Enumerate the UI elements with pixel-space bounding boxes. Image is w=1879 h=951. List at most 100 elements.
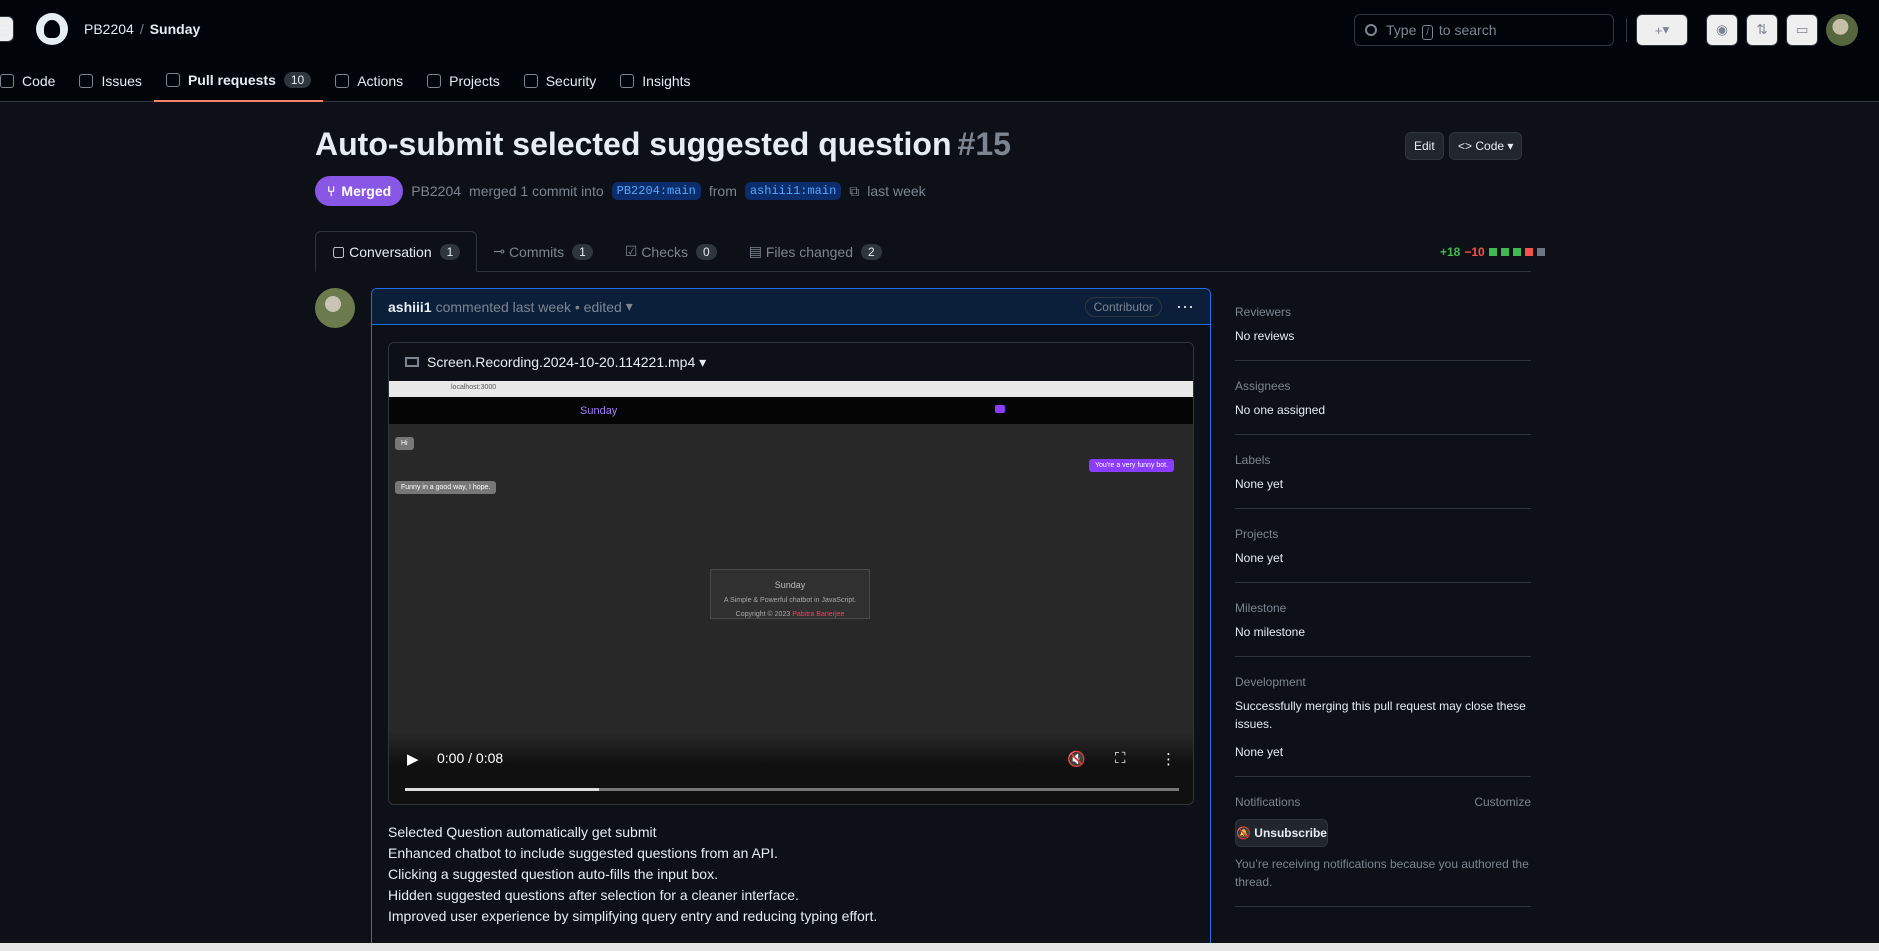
tab-issues[interactable]: Issues: [67, 60, 153, 102]
unsubscribe-label: Unsubscribe: [1254, 826, 1327, 840]
tab-files-changed[interactable]: ▤ Files changed 2: [733, 231, 898, 272]
code-button[interactable]: <> Code ▾: [1449, 132, 1523, 160]
tab-security[interactable]: Security: [512, 60, 609, 102]
tab-conversation-label: Conversation: [349, 243, 432, 260]
comment-line: Clicking a suggested question auto-fills…: [388, 866, 718, 882]
video-player[interactable]: localhost:3000 Sunday Hi You're a very f…: [389, 381, 1193, 804]
customize-link[interactable]: Customize: [1474, 795, 1531, 809]
diffstat-box: [1536, 248, 1545, 256]
notifications-note: You’re receiving notifications because y…: [1235, 857, 1529, 889]
recorded-card-copyright: Copyright © 2023: [735, 611, 791, 618]
chat-message: Hi: [395, 437, 414, 450]
issue-icon: [79, 74, 94, 88]
additions-count: +18: [1440, 245, 1461, 259]
comment-meta[interactable]: commented last week • edited: [436, 299, 622, 315]
pull-requests-button[interactable]: ⇅: [1746, 14, 1778, 46]
plus-icon: +: [1654, 22, 1663, 38]
assignees-section[interactable]: Assignees No one assigned: [1235, 373, 1531, 435]
labels-label: Labels: [1235, 453, 1271, 467]
search-placeholder-suffix: to search: [1438, 22, 1497, 38]
create-new-button[interactable]: + ▾: [1636, 14, 1688, 46]
chevron-down-icon[interactable]: ▾: [622, 298, 633, 315]
tab-conversation[interactable]: ▢ Conversation 1: [315, 231, 478, 272]
tab-security-label: Security: [545, 73, 597, 89]
recorded-card-author: Pabitra Banerjee: [792, 611, 845, 618]
tab-commits[interactable]: ⊸ Commits 1: [477, 231, 609, 272]
video-time: 0:00 / 0:08: [437, 750, 504, 766]
chevron-down-icon: ▾: [1662, 22, 1670, 37]
more-options-icon[interactable]: ···: [1176, 296, 1194, 317]
breadcrumb: PB2204 / Sunday: [84, 21, 200, 37]
repo-owner-link[interactable]: PB2204: [84, 21, 134, 37]
merge-author[interactable]: PB2204: [411, 183, 461, 199]
development-section[interactable]: Development Successfully merging this pul…: [1235, 669, 1531, 777]
conversation-count: 1: [439, 243, 461, 260]
base-branch[interactable]: PB2204:main: [611, 182, 701, 200]
comment-line: Improved user experience by simplifying …: [388, 908, 878, 924]
search-icon: [1365, 24, 1377, 36]
head-branch[interactable]: ashiii1:main: [744, 182, 842, 200]
tab-insights-label: Insights: [642, 73, 691, 89]
repo-name-link[interactable]: Sunday: [150, 21, 201, 37]
assignees-label: Assignees: [1235, 379, 1291, 393]
tab-commits-label: Commits: [508, 243, 565, 260]
tab-issues-label: Issues: [101, 73, 142, 89]
global-header: PB2204/Sunday Type / to search + ▾ ◉ ⇅ ▭ …: [0, 0, 1879, 102]
mute-icon[interactable]: 🔇: [1067, 750, 1086, 768]
chat-icon: [995, 405, 1005, 413]
more-options-icon[interactable]: ⋮: [1161, 750, 1176, 768]
diffstat-box: [1524, 248, 1533, 256]
comment-line: Enhanced chatbot to include suggested qu…: [388, 845, 778, 861]
play-icon: [335, 74, 350, 88]
development-note: Successfully merging this pull request m…: [1235, 699, 1526, 731]
projects-section[interactable]: Projects None yet: [1235, 521, 1531, 583]
inbox-button[interactable]: ▭: [1786, 14, 1818, 46]
tab-pull-requests[interactable]: Pull requests 10: [153, 60, 324, 102]
development-label: Development: [1235, 675, 1306, 689]
video-attachment: Screen.Recording.2024-10-20.114221.mp4 ▾…: [388, 342, 1194, 805]
fullscreen-icon[interactable]: ⛶: [1115, 750, 1126, 767]
tab-code[interactable]: Code: [0, 60, 67, 102]
github-logo-icon[interactable]: [36, 13, 68, 45]
copy-icon[interactable]: ⧉: [849, 183, 859, 200]
chevron-down-icon: ▾: [695, 353, 707, 370]
user-avatar[interactable]: [1826, 14, 1858, 46]
unsubscribe-button[interactable]: 🔕 Unsubscribe: [1235, 819, 1328, 847]
tab-actions[interactable]: Actions: [323, 60, 415, 102]
labels-section[interactable]: Labels None yet: [1235, 447, 1531, 509]
pull-request-icon: ⇅: [1756, 22, 1768, 37]
commit-icon: ⊸: [493, 243, 509, 259]
issues-button[interactable]: ◉: [1706, 14, 1738, 46]
search-input[interactable]: Type / to search: [1354, 14, 1614, 46]
reviewers-label: Reviewers: [1235, 305, 1292, 319]
projects-value: None yet: [1235, 551, 1284, 565]
graph-icon: [620, 74, 635, 88]
video-progress-fill: [405, 788, 599, 791]
deletions-count: −10: [1464, 245, 1485, 259]
tab-projects[interactable]: Projects: [415, 60, 512, 102]
projects-label: Projects: [1235, 527, 1279, 541]
shield-icon: [523, 74, 538, 88]
edit-button[interactable]: Edit: [1405, 132, 1444, 160]
recorded-card-subtitle: A Simple & Powerful chatbot in JavaScrip…: [723, 597, 857, 604]
milestone-section[interactable]: Milestone No milestone: [1235, 595, 1531, 657]
play-icon[interactable]: ▶: [407, 750, 419, 768]
repository-navigation: Code Issues Pull requests 10 Actions Proj…: [0, 60, 703, 102]
recorded-browser-address-bar: localhost:3000: [389, 381, 1193, 397]
diffstat-box: [1500, 248, 1509, 256]
menu-button[interactable]: [0, 16, 14, 42]
notifications-label: Notifications: [1235, 795, 1301, 809]
tab-code-label: Code: [22, 73, 56, 89]
video-filename: Screen.Recording.2024-10-20.114221.mp4: [427, 354, 696, 370]
tab-insights[interactable]: Insights: [608, 60, 702, 102]
merge-time: last week: [867, 183, 926, 199]
video-title[interactable]: Screen.Recording.2024-10-20.114221.mp4 ▾: [389, 343, 1193, 381]
tab-checks[interactable]: ☑ Checks 0: [609, 231, 733, 272]
pull-request-sidebar: Reviewers No reviews Assignees No one assi…: [1235, 299, 1531, 919]
comment-author[interactable]: ashiii1: [388, 299, 432, 315]
merged-badge-label: Merged: [341, 183, 392, 199]
reviewers-section[interactable]: Reviewers No reviews: [1235, 299, 1531, 361]
video-progress-slider[interactable]: [405, 788, 1179, 791]
chat-message: You're a very funny bot.: [1089, 459, 1175, 472]
comment-author-avatar[interactable]: [315, 288, 355, 328]
